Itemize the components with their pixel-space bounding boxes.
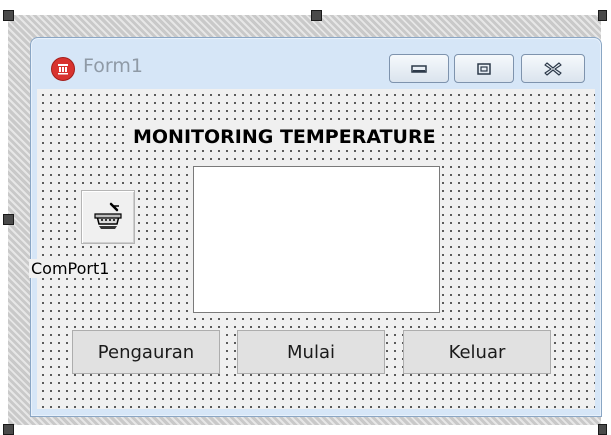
resize-handle-top-center[interactable]: [311, 10, 322, 21]
start-button[interactable]: Mulai: [237, 330, 385, 374]
monitoring-heading: MONITORING TEMPERATURE: [129, 126, 440, 148]
resize-handle-middle-left[interactable]: [3, 214, 14, 225]
resize-handle-bottom-left[interactable]: [3, 424, 14, 435]
settings-button[interactable]: Pengauran: [72, 330, 220, 374]
maximize-button[interactable]: [454, 54, 514, 83]
resize-handle-top-left[interactable]: [3, 10, 14, 21]
app-shield-icon: [51, 57, 75, 81]
minimize-button[interactable]: [389, 54, 449, 83]
form-client-area: MONITORING TEMPERATURE ComPort1 Pengaura…: [29, 89, 595, 409]
temperature-display-box[interactable]: [193, 166, 440, 313]
form-window: Form1 MONITORING TEMPERATURE ComPort1 Pe…: [29, 37, 602, 417]
title-bar[interactable]: Form1: [31, 38, 601, 88]
close-button[interactable]: [521, 54, 585, 83]
comport-label: ComPort1: [29, 259, 112, 278]
minimize-icon: [411, 64, 427, 73]
window-title: Form1: [83, 55, 143, 77]
maximize-icon: [477, 62, 491, 75]
resize-handle-bottom-right[interactable]: [598, 424, 607, 435]
close-icon: [544, 61, 562, 76]
exit-button[interactable]: Keluar: [403, 330, 551, 374]
comport-component[interactable]: [81, 190, 135, 244]
serial-port-icon: [94, 202, 122, 229]
resize-handle-top-right[interactable]: [598, 10, 607, 21]
